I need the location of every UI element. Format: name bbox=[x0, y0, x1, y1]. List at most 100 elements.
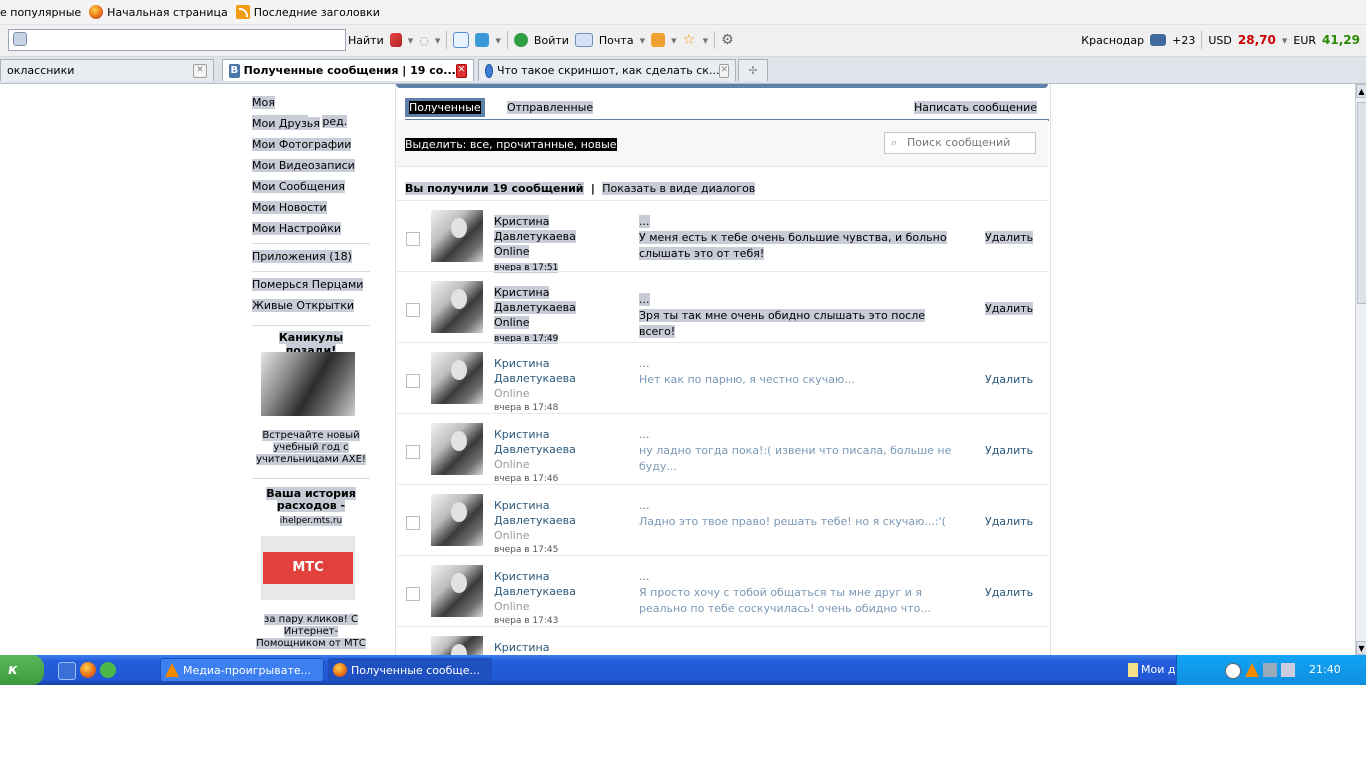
bookmark-headlines[interactable]: Последние заголовки bbox=[235, 5, 380, 19]
delete-button[interactable]: Удалить bbox=[985, 515, 1033, 528]
message-text[interactable]: ... ну ладно тогда пока!:( извени что пи… bbox=[639, 427, 959, 475]
ad-axe-image[interactable] bbox=[261, 352, 355, 416]
avatar[interactable] bbox=[431, 494, 483, 546]
scroll-thumb[interactable] bbox=[1357, 102, 1366, 304]
sender-name[interactable]: Кристина Давлетукаева bbox=[494, 498, 634, 528]
delete-button[interactable]: Удалить bbox=[985, 302, 1034, 315]
toolbar-search-input[interactable] bbox=[8, 29, 346, 51]
message-row[interactable]: Кристина Давлетукаева Online вчера в 17:… bbox=[396, 413, 1048, 484]
message-search-input[interactable]: ⌕ Поиск сообщений bbox=[884, 132, 1036, 154]
new-tab-button[interactable]: ✢ bbox=[738, 59, 768, 81]
start-button[interactable]: к bbox=[0, 655, 44, 685]
avatar[interactable] bbox=[431, 352, 483, 404]
message-text[interactable]: ... Ладно это твое право! решать тебе! н… bbox=[639, 498, 959, 530]
ad-mts-title[interactable]: Ваша история расходов - bbox=[252, 487, 370, 512]
login-button[interactable]: Войти bbox=[534, 34, 569, 47]
message-text[interactable]: ... Я просто хочу с тобой общаться ты мн… bbox=[639, 569, 959, 617]
desktop-icon[interactable] bbox=[58, 662, 76, 680]
chat-icon[interactable]: ◌ bbox=[419, 34, 429, 47]
message-row[interactable]: Кристина Давлетукаева Online вчера в 17:… bbox=[396, 555, 1048, 626]
firefox-icon[interactable] bbox=[80, 662, 96, 678]
ad-axe-text[interactable]: Встречайте новый учебный год с учительни… bbox=[252, 430, 370, 466]
sidebar-item-my-page[interactable]: Моя Страница ред. bbox=[252, 93, 370, 128]
tab-screenshot-article[interactable]: Что такое скриншот, как сделать ск... ✕ bbox=[478, 59, 736, 81]
close-tab-icon-active[interactable]: ✕ bbox=[455, 63, 467, 78]
sidebar-item-messages[interactable]: Мои Сообщения bbox=[252, 177, 370, 198]
message-row[interactable]: Кристина Давлетукаева bbox=[396, 626, 1048, 656]
message-checkbox[interactable] bbox=[406, 587, 420, 601]
tray-expand-icon[interactable] bbox=[1225, 663, 1241, 679]
delete-button[interactable]: Удалить bbox=[985, 231, 1034, 244]
select-filter[interactable]: Выделить: все, прочитанные, новые bbox=[405, 138, 617, 151]
scroll-up-icon[interactable]: ▲ bbox=[1356, 84, 1366, 98]
task-media-player[interactable]: Медиа-проигрывате... bbox=[160, 658, 324, 682]
network-icon[interactable] bbox=[1263, 663, 1277, 677]
ad-mts-link[interactable]: ihelper.mts.ru bbox=[252, 516, 370, 526]
tab-odnoklassniki[interactable]: оклассники ✕ bbox=[0, 59, 214, 81]
tab-received[interactable]: Полученные bbox=[405, 98, 485, 117]
sidebar-app-postcards[interactable]: Живые Открытки bbox=[252, 296, 370, 317]
message-text[interactable]: ... Нет как по парню, я честно скучаю... bbox=[639, 356, 959, 388]
message-text[interactable]: ... Зря ты так мне очень обидно слышать … bbox=[639, 292, 959, 340]
chevron-down-icon-3[interactable]: ▾ bbox=[495, 34, 501, 47]
sidebar-item-settings[interactable]: Мои Настройки bbox=[252, 219, 370, 240]
icq-icon[interactable] bbox=[100, 662, 116, 678]
sender-name[interactable]: Кристина Давлетукаева bbox=[494, 569, 634, 599]
sender-name[interactable]: Кристина Давлетукаева bbox=[494, 356, 634, 386]
clock[interactable]: 21:40 bbox=[1309, 655, 1341, 685]
sender-name[interactable]: Кристина Давлетукаева bbox=[494, 640, 634, 656]
highlighter-icon[interactable] bbox=[389, 33, 402, 47]
task-browser[interactable]: Полученные сообще... bbox=[328, 658, 492, 682]
chevron-down-icon-4[interactable]: ▾ bbox=[1282, 34, 1288, 47]
ad-mts-image[interactable]: МТС bbox=[261, 536, 355, 600]
chevron-down-icon[interactable]: ▾ bbox=[408, 34, 414, 47]
find-button[interactable]: Найти bbox=[348, 34, 384, 47]
sidebar-item-photos[interactable]: Мои Фотографии bbox=[252, 135, 370, 156]
spellcheck-icon[interactable] bbox=[453, 32, 470, 48]
message-checkbox[interactable] bbox=[406, 374, 420, 388]
yandex-dropdown-icon[interactable] bbox=[13, 32, 27, 46]
star-icon[interactable]: ☆ bbox=[683, 33, 697, 47]
edit-link[interactable]: ред. bbox=[322, 115, 348, 128]
message-checkbox[interactable] bbox=[406, 516, 420, 530]
avatar[interactable] bbox=[431, 281, 483, 333]
scroll-down-icon[interactable]: ▼ bbox=[1356, 641, 1366, 655]
monitor-icon[interactable] bbox=[1281, 663, 1295, 677]
vlc-tray-icon[interactable] bbox=[1245, 663, 1259, 677]
mail-button[interactable]: Почта bbox=[599, 34, 634, 47]
sender-name[interactable]: Кристина Давлетукаева bbox=[494, 286, 576, 314]
message-checkbox[interactable] bbox=[406, 232, 420, 246]
sender-name[interactable]: Кристина Давлетукаева bbox=[494, 427, 634, 457]
page-scrollbar[interactable]: ▲ ▼ bbox=[1355, 84, 1366, 655]
bookmark-popular[interactable]: е популярные bbox=[0, 6, 81, 19]
translate-icon[interactable] bbox=[475, 33, 490, 47]
message-row[interactable]: Кристина Давлетукаева Online вчера в 17:… bbox=[396, 200, 1048, 273]
avatar[interactable] bbox=[431, 210, 483, 262]
message-row[interactable]: Кристина Давлетукаева Online вчера в 17:… bbox=[396, 342, 1048, 413]
close-tab-icon-2[interactable]: ✕ bbox=[719, 63, 729, 78]
avatar[interactable] bbox=[431, 636, 483, 656]
tab-messages[interactable]: В Полученные сообщения | 19 со... ✕ bbox=[222, 59, 474, 81]
write-message-link[interactable]: Написать сообщение bbox=[910, 98, 1041, 117]
ad-mts-text[interactable]: за пару кликов! С Интернет-Помощником от… bbox=[252, 614, 370, 650]
delete-button[interactable]: Удалить bbox=[985, 586, 1033, 599]
message-row[interactable]: Кристина Давлетукаева Online вчера в 17:… bbox=[396, 271, 1048, 344]
sidebar-item-news[interactable]: Мои Новости bbox=[252, 198, 370, 219]
sidebar-item-apps[interactable]: Приложения (18) bbox=[252, 247, 370, 268]
avatar[interactable] bbox=[431, 423, 483, 475]
message-checkbox[interactable] bbox=[406, 303, 420, 317]
sidebar-item-friends[interactable]: Мои Друзья bbox=[252, 114, 370, 135]
show-as-dialogs-link[interactable]: Показать в виде диалогов bbox=[602, 182, 756, 195]
message-text[interactable]: ... У меня есть к тебе очень большие чув… bbox=[639, 214, 959, 262]
delete-button[interactable]: Удалить bbox=[985, 444, 1033, 457]
delete-button[interactable]: Удалить bbox=[985, 373, 1033, 386]
close-tab-icon[interactable]: ✕ bbox=[193, 63, 207, 78]
sidebar-item-videos[interactable]: Мои Видеозаписи bbox=[252, 156, 370, 177]
sidebar-app-peppers[interactable]: Померься Перцами bbox=[252, 275, 370, 296]
sender-name[interactable]: Кристина Давлетукаева bbox=[494, 215, 576, 243]
chevron-down-icon-2[interactable]: ▾ bbox=[435, 34, 441, 47]
bookmark-home[interactable]: Начальная страница bbox=[89, 5, 228, 19]
message-checkbox[interactable] bbox=[406, 445, 420, 459]
bonus-icon[interactable] bbox=[651, 33, 666, 47]
tab-sent[interactable]: Отправленные bbox=[503, 98, 597, 117]
